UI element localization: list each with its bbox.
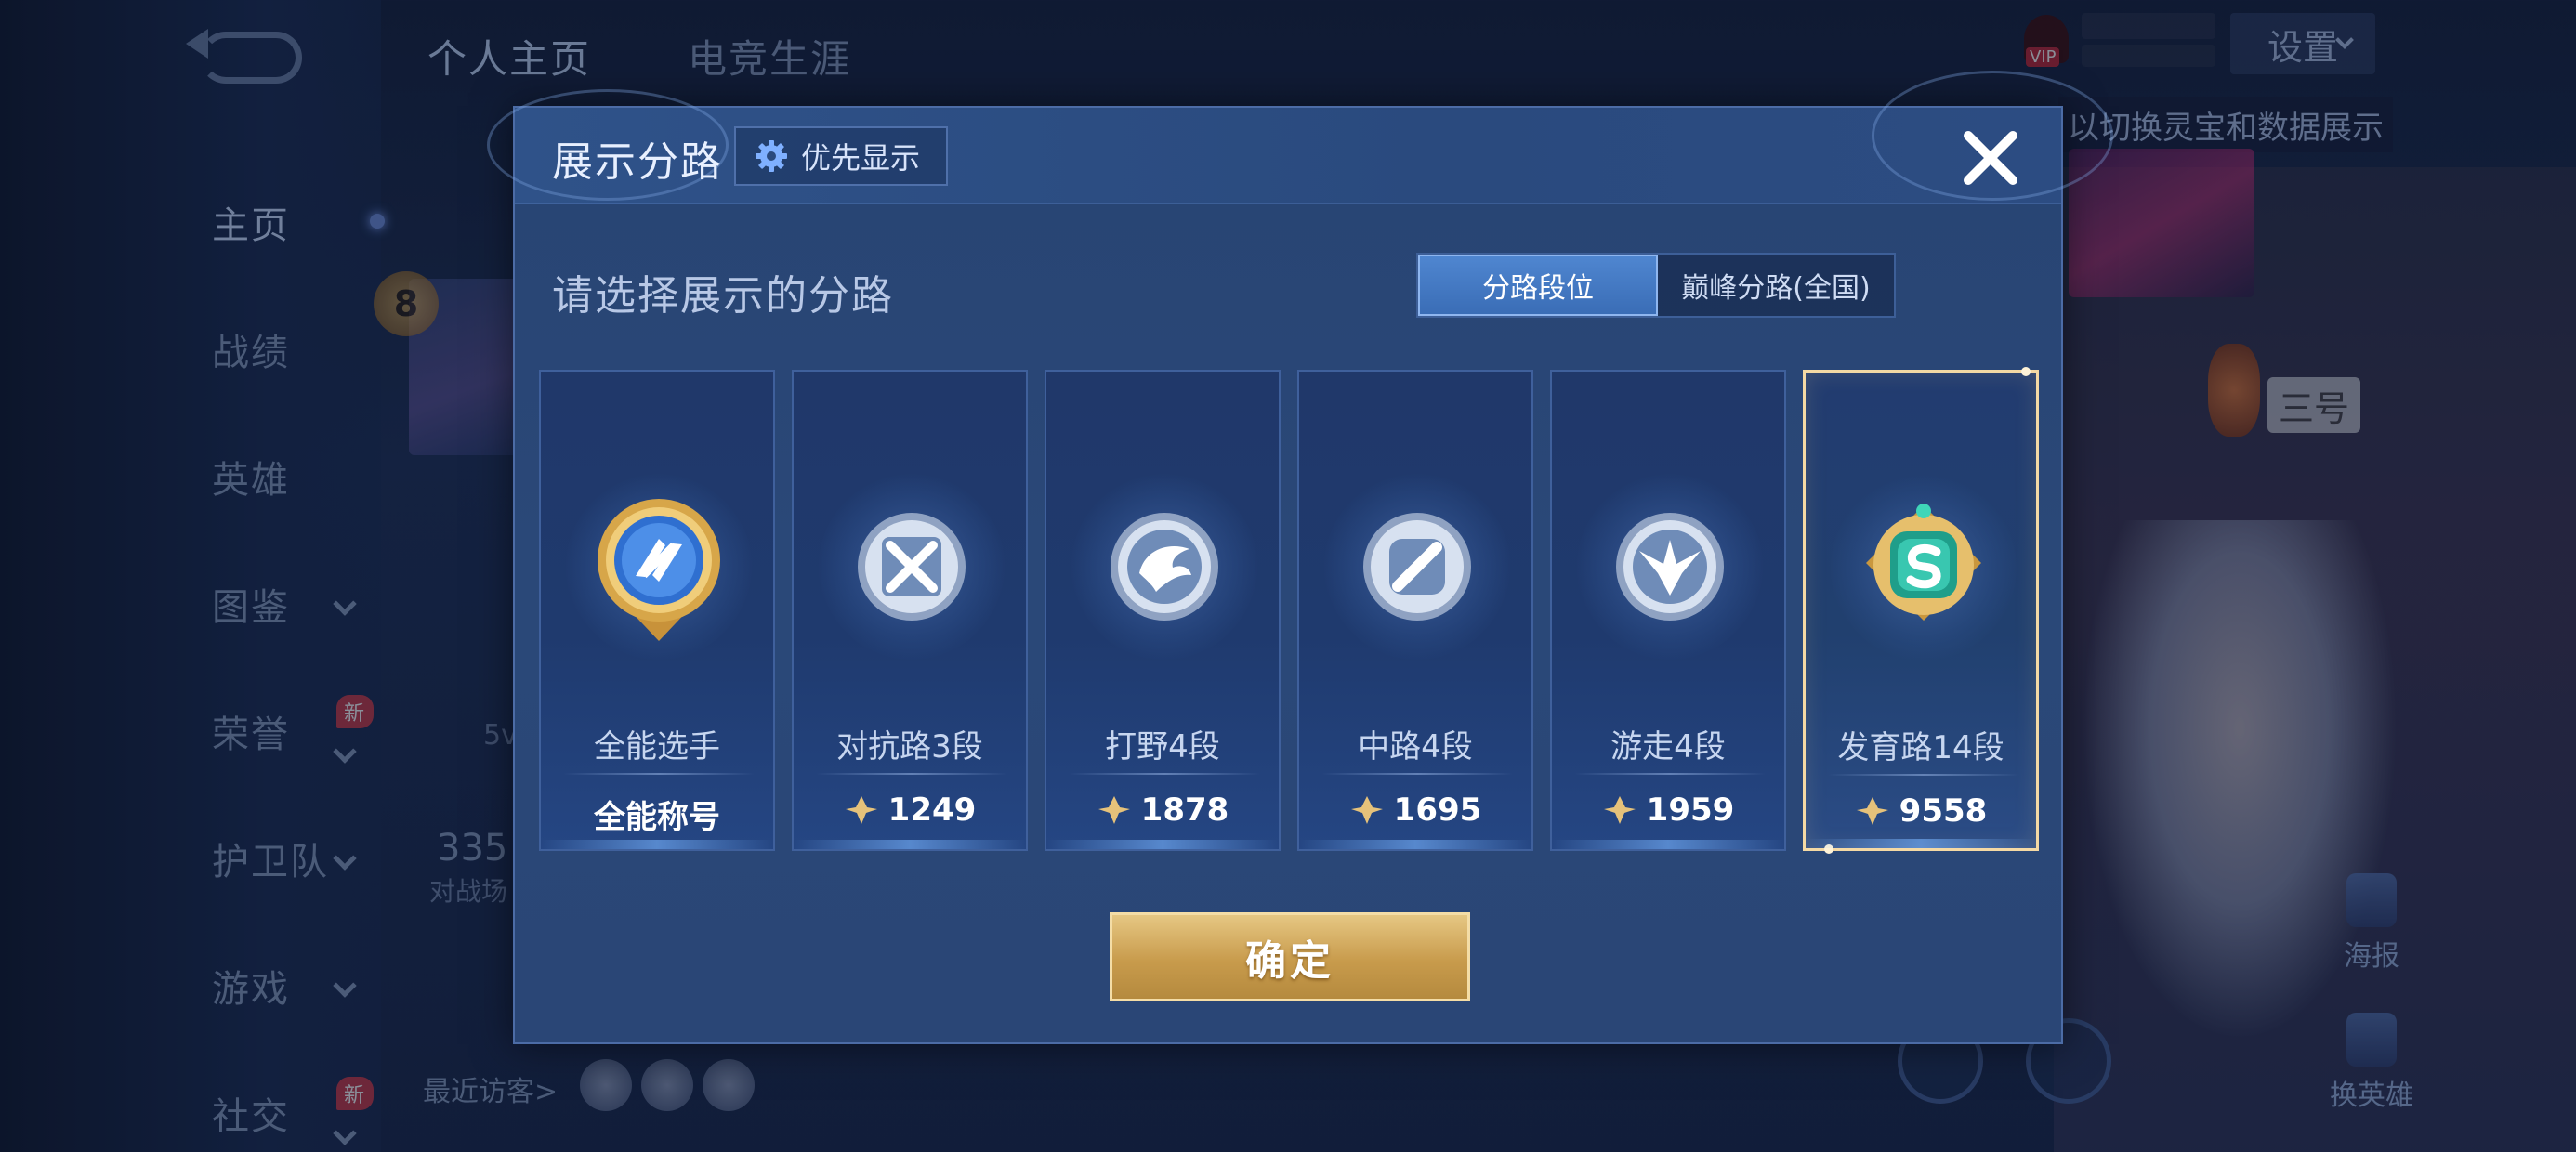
lane-card-title: 发育路14段 — [1837, 729, 2004, 766]
priority-display-button[interactable]: 优先显示 — [734, 126, 948, 186]
lane-card-title: 游走4段 — [1610, 728, 1726, 766]
roam-medal-icon — [1616, 513, 1724, 621]
rank-points-icon — [1602, 794, 1637, 826]
lane-card-title: 中路4段 — [1358, 728, 1473, 766]
divider — [1574, 773, 1766, 775]
lane-card-value: 1249 — [794, 792, 1026, 829]
medal-halo — [1071, 474, 1257, 660]
rank-points-icon — [844, 794, 879, 826]
lane-card-all-round[interactable]: 全能选手 全能称号 — [539, 370, 775, 851]
divider — [816, 773, 1007, 775]
medal-halo — [1831, 475, 2017, 661]
lane-card-value: 1695 — [1299, 792, 1531, 829]
rank-points-icon — [1097, 794, 1132, 826]
tab-peak-lane-national[interactable]: 巅峰分路(全国) — [1658, 255, 1894, 316]
lane-card-roam[interactable]: 游走4段 1959 — [1550, 370, 1786, 851]
lane-card-list: 全能选手 全能称号 对抗路3段 1249 打野4段 1878 中路4段 1695… — [539, 367, 2044, 854]
gear-icon — [753, 137, 790, 175]
lane-display-dialog: 展示分路 优先显示 请选择展示的分路 分路段位 巅峰分路(全国) 全能选手 全能… — [487, 71, 2113, 1044]
lane-card-value: 9558 — [1806, 792, 2036, 830]
clash-lane-medal-icon — [858, 513, 966, 621]
card-glow-decoration — [1806, 839, 2036, 848]
lane-card-jungle[interactable]: 打野4段 1878 — [1045, 370, 1281, 851]
jungle-medal-icon — [1111, 513, 1218, 621]
close-button[interactable] — [1953, 121, 2028, 195]
lane-card-value: 全能称号 — [594, 799, 720, 836]
medal-halo — [1324, 474, 1510, 660]
lane-card-mid-lane[interactable]: 中路4段 1695 — [1297, 370, 1533, 851]
lane-card-value: 1959 — [1552, 792, 1784, 829]
medal-halo — [566, 474, 752, 660]
dialog-title: 展示分路 — [552, 138, 723, 186]
divider — [563, 773, 755, 775]
medal-halo — [1577, 474, 1763, 660]
card-glow-decoration — [1552, 840, 1784, 849]
dialog-subtitle: 请选择展示的分路 — [552, 272, 894, 320]
priority-display-label: 优先显示 — [801, 140, 921, 176]
all-round-medal-icon — [598, 499, 720, 641]
tab-lane-rank[interactable]: 分路段位 — [1418, 255, 1658, 316]
card-glow-decoration — [794, 840, 1026, 849]
lane-card-title: 打野4段 — [1105, 728, 1220, 766]
farm-lane-medal-icon — [1866, 504, 1981, 621]
divider — [1321, 773, 1513, 775]
close-icon — [1964, 131, 2017, 185]
medal-halo — [819, 474, 1005, 660]
card-glow-decoration — [1299, 840, 1531, 849]
divider — [1828, 774, 2019, 776]
rank-points-icon — [1349, 794, 1385, 826]
lane-card-value: 1878 — [1046, 792, 1279, 829]
card-glow-decoration — [541, 840, 773, 849]
dialog-header: 展示分路 优先显示 — [487, 71, 2113, 204]
card-glow-decoration — [1046, 840, 1279, 849]
lane-card-clash-lane[interactable]: 对抗路3段 1249 — [792, 370, 1028, 851]
lane-card-farm-lane[interactable]: 发育路14段 9558 — [1803, 367, 2039, 854]
lane-card-title: 全能选手 — [594, 728, 720, 766]
divider — [1069, 773, 1260, 775]
lane-card-title: 对抗路3段 — [836, 728, 983, 766]
lane-rank-toggle: 分路段位 巅峰分路(全国) — [1416, 253, 1896, 318]
rank-points-icon — [1855, 795, 1890, 827]
corner-dot-decoration — [2021, 367, 2031, 376]
mid-lane-medal-icon — [1363, 513, 1471, 621]
confirm-button[interactable]: 确定 — [1110, 912, 1470, 1001]
